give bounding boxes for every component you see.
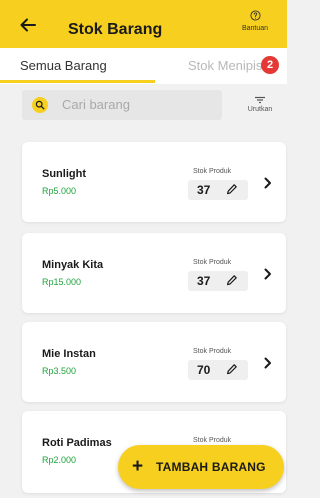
product-card[interactable]: Sunlight Rp5.000 Stok Produk 37 bbox=[22, 142, 286, 222]
help-label: Bantuan bbox=[241, 25, 269, 32]
stock-value: 70 bbox=[197, 363, 211, 377]
add-product-label: TAMBAH BARANG bbox=[156, 460, 266, 474]
arrow-left-icon[interactable] bbox=[20, 18, 36, 32]
pencil-icon[interactable] bbox=[226, 183, 238, 197]
stock-quantity-box: 37 bbox=[188, 271, 248, 291]
product-card[interactable]: Mie Instan Rp3.500 Stok Produk 70 bbox=[22, 322, 286, 402]
stock-value: 37 bbox=[197, 274, 211, 288]
stock-label: Stok Produk bbox=[193, 348, 232, 355]
plus-icon: + bbox=[132, 456, 144, 477]
product-name: Roti Padimas bbox=[42, 437, 112, 449]
tab-bar: Semua Barang Stok Menipis bbox=[0, 48, 287, 84]
product-price: Rp3.500 bbox=[42, 366, 77, 376]
question-circle-icon bbox=[249, 10, 261, 21]
low-stock-count-badge: 2 bbox=[261, 56, 279, 74]
product-name: Mie Instan bbox=[42, 348, 96, 360]
chevron-right-icon[interactable] bbox=[264, 268, 272, 280]
pencil-icon[interactable] bbox=[226, 274, 238, 288]
stock-quantity-box: 37 bbox=[188, 180, 248, 200]
product-price: Rp5.000 bbox=[42, 186, 77, 196]
filter-icon bbox=[255, 96, 265, 104]
help-button[interactable]: Bantuan bbox=[233, 10, 277, 32]
tab-stok-menipis[interactable]: Stok Menipis bbox=[188, 58, 262, 73]
product-card[interactable]: Minyak Kita Rp15.000 Stok Produk 37 bbox=[22, 233, 286, 313]
product-name: Sunlight bbox=[42, 168, 86, 180]
add-product-button[interactable]: + TAMBAH BARANG bbox=[118, 445, 284, 489]
search-placeholder: Cari barang bbox=[62, 97, 130, 112]
stock-value: 37 bbox=[197, 183, 211, 197]
chevron-right-icon[interactable] bbox=[264, 357, 272, 369]
active-tab-indicator bbox=[0, 80, 155, 83]
chevron-right-icon[interactable] bbox=[264, 177, 272, 189]
app-header: Stok Barang Bantuan bbox=[0, 0, 287, 48]
tab-semua-barang[interactable]: Semua Barang bbox=[20, 58, 107, 73]
product-name: Minyak Kita bbox=[42, 259, 104, 271]
stock-label: Stok Produk bbox=[193, 168, 232, 175]
search-input[interactable]: Cari barang bbox=[22, 90, 222, 120]
search-icon bbox=[32, 97, 48, 113]
stock-label: Stok Produk bbox=[193, 259, 232, 266]
stock-label: Stok Produk bbox=[193, 437, 232, 444]
product-price: Rp15.000 bbox=[42, 277, 82, 287]
product-price: Rp2.000 bbox=[42, 455, 77, 465]
stock-quantity-box: 70 bbox=[188, 360, 248, 380]
page-title: Stok Barang bbox=[68, 21, 163, 38]
sort-button[interactable]: Urutkan bbox=[240, 96, 280, 113]
pencil-icon[interactable] bbox=[226, 363, 238, 377]
sort-label: Urutkan bbox=[247, 106, 273, 113]
